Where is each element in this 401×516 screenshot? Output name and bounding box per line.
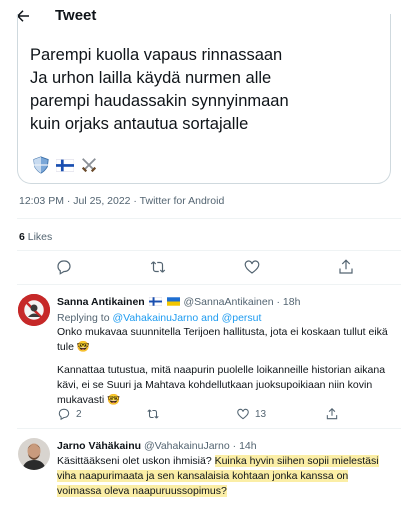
avatar[interactable] [18,294,50,326]
likes-count[interactable]: 6 Likes [19,231,52,243]
shield-icon [32,156,50,174]
poem-line-1: Parempi kuolla vapaus rinnassaan [30,46,283,64]
crossed-swords-icon [80,156,98,174]
ukraine-flag-icon [166,297,180,306]
quoted-tweet-card[interactable]: Parempi kuolla vapaus rinnassaan Ja urho… [17,14,391,184]
like-count: 13 [255,408,267,420]
reply-author: Jarno Vähäkainu @VahakainuJarno · 14h [57,440,257,452]
finland-flag-icon [148,297,162,306]
share-icon [326,408,338,420]
poem-line-3: parempi haudassakin synnyinmaan [30,92,289,110]
reply-tweet[interactable]: Jarno Vähäkainu @VahakainuJarno · 14h Kä… [0,428,401,516]
mention-link[interactable]: @persut [222,312,262,324]
separator: · [130,195,140,207]
reply-time[interactable]: 14h [239,440,257,452]
retweet-button[interactable] [146,407,165,421]
separator: · [63,195,74,207]
author-handle[interactable]: @VahakainuJarno [144,440,230,452]
reply-button[interactable]: 2 [57,407,82,421]
avatar[interactable] [18,438,50,470]
tweet-source: Twitter for Android [139,195,225,207]
separator: · [232,440,237,452]
author-name[interactable]: Sanna Antikainen [57,296,145,308]
mention-link[interactable]: @VahakainuJarno [112,312,198,324]
reply-author: Sanna Antikainen @SannaAntikainen · 18h [57,296,300,308]
reply-icon [58,408,70,421]
likes-label: Likes [24,231,53,243]
retweet-icon [147,409,159,419]
replying-to: Replying to @VahakainuJarno and @persut [57,311,261,326]
reply-paragraph-2: Kannattaa tutustua, mitä naapurin puolel… [57,364,386,406]
tweet-date[interactable]: Jul 25, 2022 [73,195,130,207]
tweet-timestamp: 12:03 PM · Jul 25, 2022 · Twitter for An… [19,195,224,207]
finland-flag-icon [55,156,75,174]
separator: · [276,296,280,308]
mention-and: and [198,312,222,324]
author-handle[interactable]: @SannaAntikainen [183,296,273,308]
tweet-time[interactable]: 12:03 PM [19,195,64,207]
share-button[interactable] [325,407,339,421]
reply-count: 2 [76,408,82,420]
emoji-row [32,156,98,174]
reply-text-plain: Käsittääkseni olet uskon ihmisiä? [57,455,215,467]
like-button[interactable]: 13 [236,407,266,421]
reply-action-bar: 2 13 [57,407,392,423]
reply-icon[interactable] [55,258,73,276]
author-name[interactable]: Jarno Vähäkainu [57,440,141,452]
reply-time[interactable]: 18h [283,296,301,308]
reply-tweet[interactable]: Sanna Antikainen @SannaAntikainen · 18h … [0,284,401,426]
retweet-icon[interactable] [149,258,167,276]
poem-line-4: kuin orjaks antautua sortajalle [30,115,249,133]
reply-paragraph-1: Onko mukavaa suunnitella Terijoen hallit… [57,326,388,353]
poem-line-2: Ja urhon lailla käydä nurmen alle [30,69,272,87]
divider [17,218,401,219]
divider [17,250,401,251]
share-icon[interactable] [337,258,355,276]
like-icon[interactable] [243,258,261,276]
tweet-action-bar [0,258,401,278]
replying-prefix: Replying to [57,312,113,324]
like-icon [237,408,249,420]
reply-text: Käsittääkseni olet uskon ihmisiä? Kuinka… [57,454,392,499]
